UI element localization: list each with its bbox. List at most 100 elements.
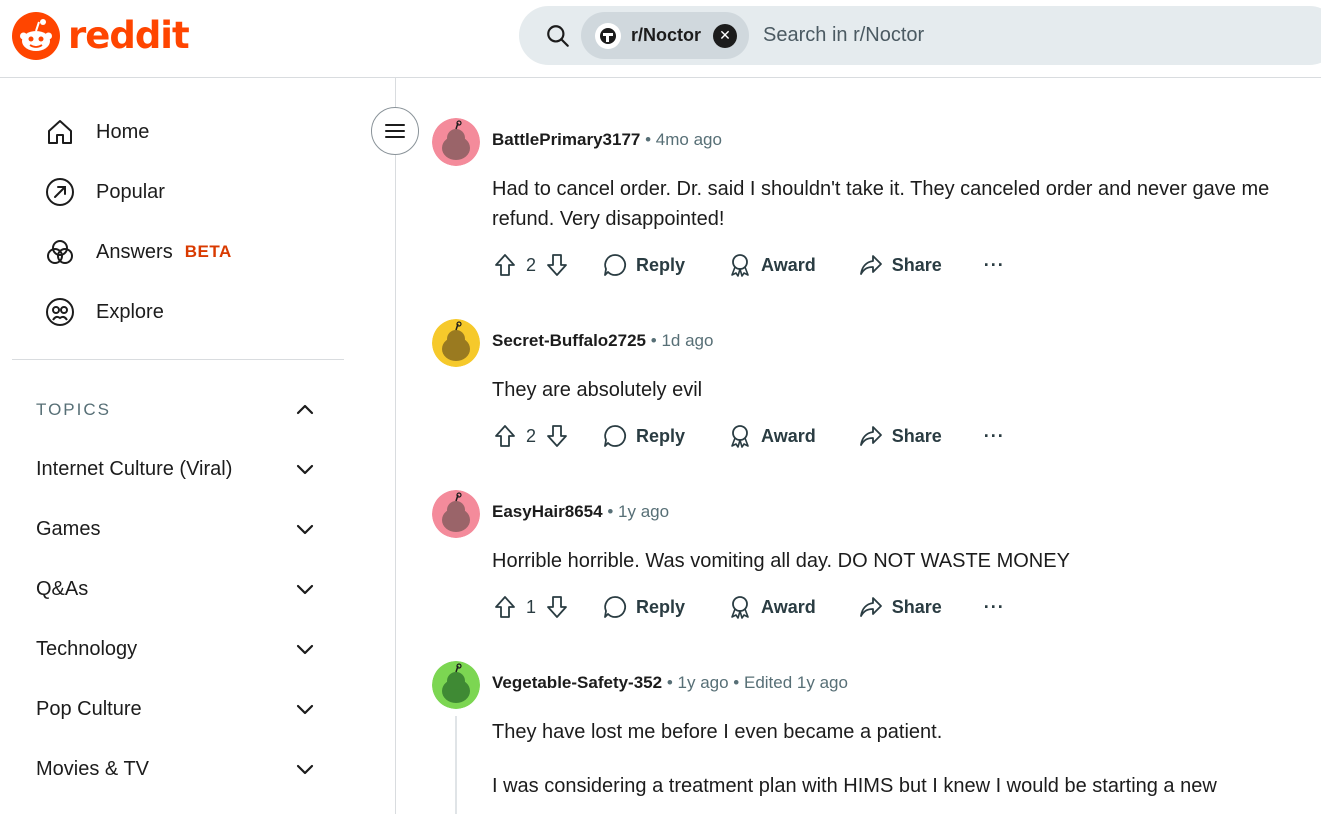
meta-separator: • [645, 130, 656, 149]
share-icon [859, 255, 882, 275]
sidebar-item-label: Home [96, 120, 150, 143]
search-input[interactable]: Search in r/Noctor [763, 24, 924, 47]
reply-icon [604, 254, 627, 276]
reply-icon [604, 425, 627, 447]
award-icon [731, 596, 749, 619]
upvote-button[interactable] [492, 423, 518, 449]
sidebar-divider [12, 359, 344, 360]
award-label: Award [761, 254, 816, 275]
vote-count: 1 [526, 596, 537, 617]
sidebar-item-label: Explore [96, 300, 164, 323]
subreddit-icon [600, 27, 616, 44]
comment-time[interactable]: 1y ago [678, 673, 729, 692]
topic-item[interactable]: Games [36, 511, 326, 547]
meta-separator: • [733, 673, 744, 692]
comment-body-paragraph: I was considering a treatment plan with … [492, 775, 1217, 797]
comment-author[interactable]: Secret-Buffalo2725 [492, 331, 646, 350]
comment-time[interactable]: 1d ago [661, 331, 713, 350]
sidebar-toggle-button[interactable] [371, 107, 419, 155]
meta-separator: • [650, 331, 662, 350]
topic-item[interactable]: Pop Culture [36, 691, 326, 727]
award-icon [731, 254, 749, 277]
downvote-icon [547, 596, 567, 618]
reply-button[interactable]: Reply [602, 594, 685, 620]
award-button[interactable]: Award [727, 594, 816, 620]
more-options-icon[interactable]: ··· [984, 426, 1005, 447]
comment-actions: 2 Reply Award Share ··· [492, 423, 1005, 449]
downvote-icon [547, 425, 567, 447]
close-icon[interactable]: ✕ [713, 23, 738, 48]
topic-label: Movies & TV [36, 757, 149, 780]
chevron-down-icon [296, 464, 314, 475]
comment-author[interactable]: EasyHair8654 [492, 502, 603, 521]
comment-meta: EasyHair8654 • 1y ago [492, 502, 669, 522]
reply-button[interactable]: Reply [602, 423, 685, 449]
sidebar-item-home[interactable]: Home [42, 112, 149, 152]
topic-item[interactable]: Movies & TV [36, 751, 326, 787]
chevron-down-icon [296, 704, 314, 715]
avatar[interactable] [432, 319, 480, 367]
more-options-icon[interactable]: ··· [984, 597, 1005, 618]
meta-separator: • [666, 673, 678, 692]
award-button[interactable]: Award [727, 423, 816, 449]
reply-button[interactable]: Reply [602, 252, 685, 278]
upvote-icon [495, 596, 515, 618]
downvote-button[interactable] [544, 423, 570, 449]
subreddit-avatar [595, 22, 621, 49]
avatar[interactable] [432, 118, 480, 166]
subreddit-chip-label: r/Noctor [631, 25, 702, 45]
award-button[interactable]: Award [727, 252, 816, 278]
upvote-button[interactable] [492, 594, 518, 620]
sidebar-item-label: Answers [96, 240, 173, 263]
avatar[interactable] [432, 490, 480, 538]
comment-author[interactable]: Vegetable-Safety-352 [492, 673, 662, 692]
award-label: Award [761, 425, 816, 446]
search-bar[interactable]: r/Noctor ✕ Search in r/Noctor [519, 6, 1321, 65]
snoo-logo-icon [12, 12, 60, 60]
sidebar-item-popular[interactable]: Popular [42, 172, 165, 212]
reddit-wordmark: reddit [68, 14, 190, 57]
sidebar-item-label: Popular [96, 180, 165, 203]
vote-count: 2 [526, 425, 537, 446]
thread-line[interactable] [455, 716, 457, 814]
share-button[interactable]: Share [858, 594, 942, 620]
snoo-avatar-icon [432, 319, 480, 367]
answers-icon [42, 234, 78, 270]
comment-body: They have lost me before I even became a… [492, 721, 943, 743]
avatar[interactable] [432, 661, 480, 709]
reddit-logo[interactable]: reddit [12, 12, 190, 60]
comment-body: They are absolutely evil [492, 379, 703, 401]
topic-item[interactable]: Technology [36, 631, 326, 667]
topic-item[interactable]: Internet Culture (Viral) [36, 451, 326, 487]
chevron-down-icon [296, 764, 314, 775]
upvote-icon [495, 425, 515, 447]
comment-meta: Secret-Buffalo2725 • 1d ago [492, 331, 713, 351]
share-button[interactable]: Share [858, 423, 942, 449]
topic-item[interactable]: Q&As [36, 571, 326, 607]
topics-heading: TOPICS [36, 400, 111, 419]
reply-label: Reply [636, 254, 686, 275]
chevron-up-icon[interactable] [294, 398, 316, 420]
subreddit-filter-chip[interactable]: r/Noctor ✕ [581, 12, 750, 59]
sidebar-item-answers[interactable]: Answers BETA [42, 232, 232, 272]
home-icon [42, 114, 78, 150]
search-icon [547, 24, 569, 47]
upvote-button[interactable] [492, 252, 518, 278]
downvote-button[interactable] [544, 594, 570, 620]
upvote-icon [495, 254, 515, 276]
sidebar-item-explore[interactable]: Explore [42, 292, 164, 332]
downvote-button[interactable] [544, 252, 570, 278]
topic-label: Games [36, 517, 101, 540]
comment-time[interactable]: 4mo ago [656, 130, 722, 149]
reply-icon [604, 596, 627, 618]
snoo-avatar-icon [432, 490, 480, 538]
snoo-avatar-icon [432, 661, 480, 709]
more-options-icon[interactable]: ··· [984, 255, 1005, 276]
comment-author[interactable]: BattlePrimary3177 [492, 130, 640, 149]
downvote-icon [547, 254, 567, 276]
topic-label: Q&As [36, 577, 89, 600]
popular-icon [42, 174, 78, 210]
share-button[interactable]: Share [858, 252, 942, 278]
explore-icon [42, 294, 78, 330]
comment-time[interactable]: 1y ago [618, 502, 669, 521]
